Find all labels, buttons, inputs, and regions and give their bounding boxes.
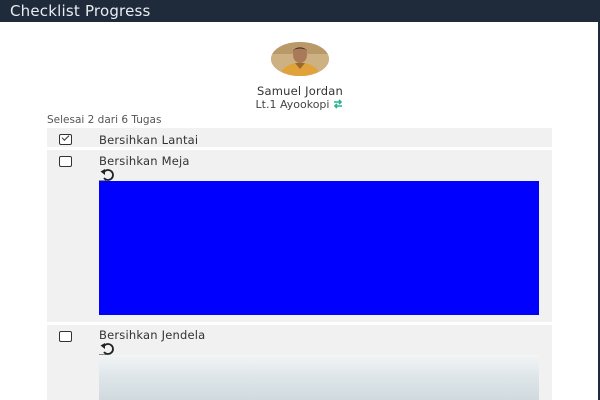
task-checkbox[interactable] — [59, 134, 72, 145]
progress-summary: Selesai 2 dari 6 Tugas — [47, 114, 162, 126]
list-item[interactable]: Bersihkan Meja — [47, 150, 552, 325]
task-photo — [99, 181, 539, 315]
task-label: Bersihkan Lantai — [99, 133, 199, 147]
list-item[interactable]: Bersihkan Lantai — [47, 128, 552, 150]
user-profile: Samuel Jordan Lt.1 Ayookopi — [0, 42, 600, 113]
transfer-icon[interactable] — [332, 98, 344, 113]
undo-icon[interactable] — [99, 167, 117, 182]
avatar — [271, 42, 329, 76]
list-item[interactable]: Bersihkan Jendela — [47, 325, 552, 400]
task-list: Bersihkan Lantai Bersihkan Meja Bersihka… — [47, 128, 552, 400]
user-location: Lt.1 Ayookopi — [0, 98, 600, 113]
task-label: Bersihkan Jendela — [99, 328, 206, 342]
user-name: Samuel Jordan — [257, 84, 343, 98]
page-title: Checklist Progress — [0, 0, 600, 22]
undo-icon[interactable] — [99, 341, 117, 356]
task-photo — [99, 355, 539, 400]
task-checkbox[interactable] — [59, 156, 72, 167]
task-checkbox[interactable] — [59, 331, 72, 342]
task-label: Bersihkan Meja — [99, 154, 190, 168]
checklist-window: Checklist Progress Samuel Jordan Lt.1 Ay… — [0, 0, 600, 400]
user-location-label: Lt.1 Ayookopi — [255, 98, 330, 111]
